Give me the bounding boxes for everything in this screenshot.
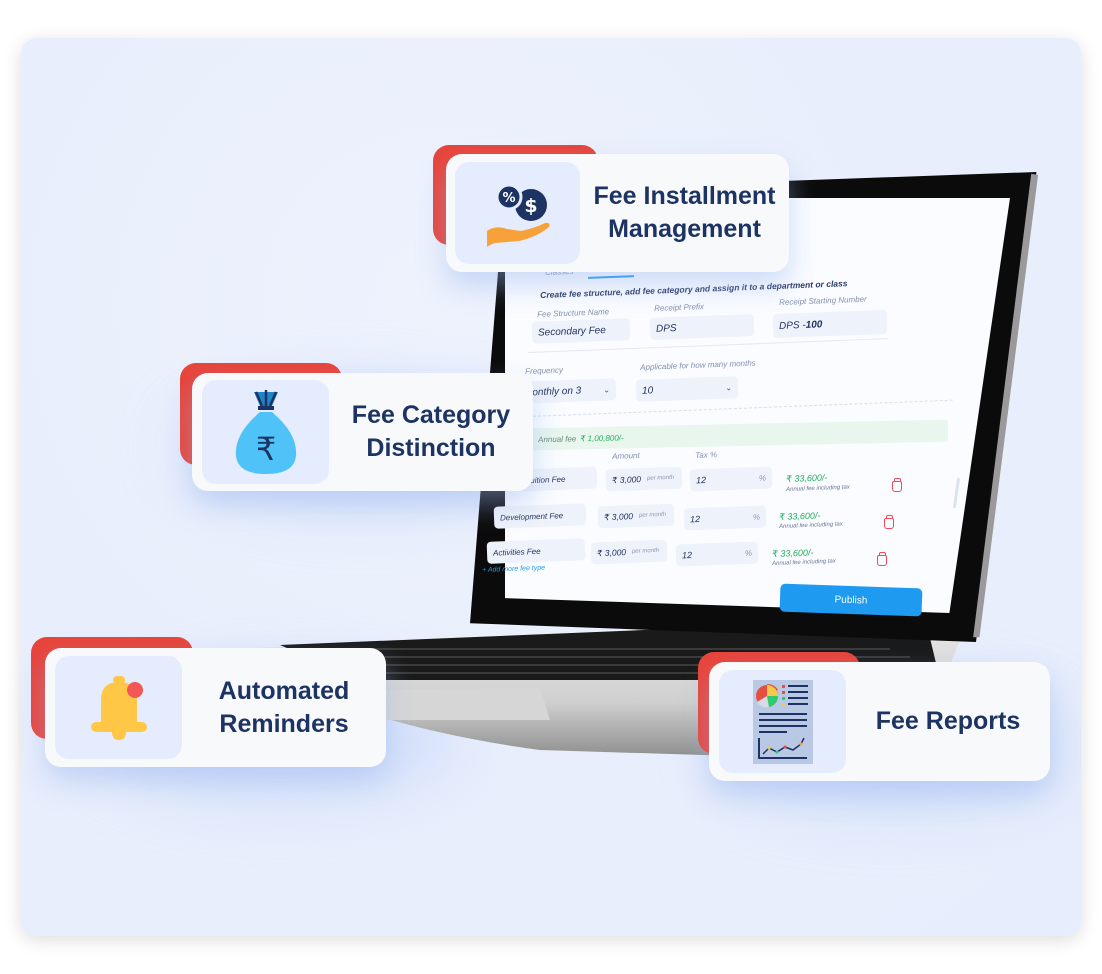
frequency-label: Frequency (525, 365, 564, 376)
card-title: Fee Reports (846, 705, 1050, 738)
card-title: Automated Reminders (182, 675, 386, 741)
fee-type-name: Activities Fee (492, 546, 541, 558)
tax-column-header: Tax % (695, 450, 718, 460)
receipt-number-prefix: DPS - (778, 319, 806, 332)
card-title: Fee Category Distinction (329, 399, 533, 465)
receipt-prefix-input[interactable]: DPS (649, 314, 755, 340)
amount-column-header: Amount (612, 450, 640, 461)
fee-unit: per month (646, 474, 675, 482)
svg-text:%: % (502, 191, 515, 206)
card-body: ₹ Fee Category Distinction (192, 373, 533, 491)
row-total: ₹ 33,600/- (779, 510, 821, 522)
fee-structure-name-input[interactable]: Secondary Fee (531, 318, 631, 344)
annual-fee-value: ₹ 1,00,800/- (580, 432, 624, 443)
tax-value: 12 (689, 513, 701, 525)
chevron-down-icon: ⌄ (603, 384, 611, 395)
tax-value: 12 (695, 474, 707, 486)
chevron-down-icon: ⌄ (725, 382, 733, 393)
notification-bell-icon (55, 656, 182, 759)
percent-sign: % (752, 512, 761, 522)
fee-amount: ₹ 3,000 (596, 546, 627, 558)
rupee-money-bag-icon: ₹ (202, 380, 329, 484)
delete-row-icon[interactable] (877, 552, 887, 566)
publish-label: Publish (834, 593, 868, 607)
receipt-starting-number-input[interactable]: DPS - 100 (772, 309, 888, 339)
card-title-line1: Automated (218, 676, 350, 705)
tax-value: 12 (681, 549, 693, 561)
receipt-prefix-label: Receipt Prefix (654, 302, 705, 313)
publish-button[interactable]: Publish (779, 583, 923, 617)
row-total: ₹ 33,600/- (772, 547, 814, 559)
card-title: Fee Installment Management (580, 180, 789, 246)
card-title-line2: Distinction (366, 434, 496, 462)
svg-text:$: $ (524, 195, 537, 217)
fee-unit: per month (638, 511, 667, 519)
fee-amount-input[interactable]: ₹ 3,000 per month (597, 503, 675, 529)
tax-input[interactable]: 12% (675, 541, 759, 567)
percent-sign: % (744, 548, 753, 558)
card-title-line1: Fee Category (351, 401, 511, 429)
delete-row-icon[interactable] (884, 515, 894, 529)
fee-unit: per month (631, 547, 660, 555)
fee-type-name: Development Fee (499, 510, 564, 523)
tax-input[interactable]: 12% (683, 505, 767, 531)
fee-amount-input[interactable]: ₹ 3,000 per month (605, 466, 683, 492)
card-title-line1: Fee Reports (875, 707, 1021, 735)
card-body: Fee Reports (709, 662, 1050, 781)
card-title-line2: Management (608, 215, 761, 243)
card-body: Automated Reminders (45, 648, 386, 767)
fee-amount: ₹ 3,000 (611, 473, 642, 485)
months-select[interactable]: 10 ⌄ (635, 376, 739, 402)
report-document-icon (719, 670, 846, 773)
fee-amount: ₹ 3,000 (603, 510, 634, 522)
fee-type-name-input[interactable]: Development Fee (493, 503, 587, 529)
receipt-number-value: 100 (805, 318, 823, 331)
svg-text:₹: ₹ (255, 430, 275, 468)
row-total: ₹ 33,600/- (786, 472, 828, 484)
fee-structure-name-value: Secondary Fee (537, 324, 607, 339)
card-title-line1: Fee Installment (593, 182, 776, 210)
receipt-prefix-value: DPS (655, 322, 677, 335)
months-value: 10 (641, 384, 654, 397)
delete-row-icon[interactable] (892, 478, 902, 492)
fee-amount-input[interactable]: ₹ 3,000 per month (590, 539, 668, 565)
card-title-line2: Reminders (219, 709, 349, 738)
coins-hand-icon: % $ (455, 162, 580, 264)
percent-sign: % (758, 473, 767, 483)
card-body: % $ Fee Installment Management (446, 154, 789, 272)
annual-fee-label: Annual fee (537, 433, 577, 444)
tax-input[interactable]: 12% (689, 466, 773, 492)
fee-type-name-input[interactable]: Activities Fee (486, 538, 586, 564)
